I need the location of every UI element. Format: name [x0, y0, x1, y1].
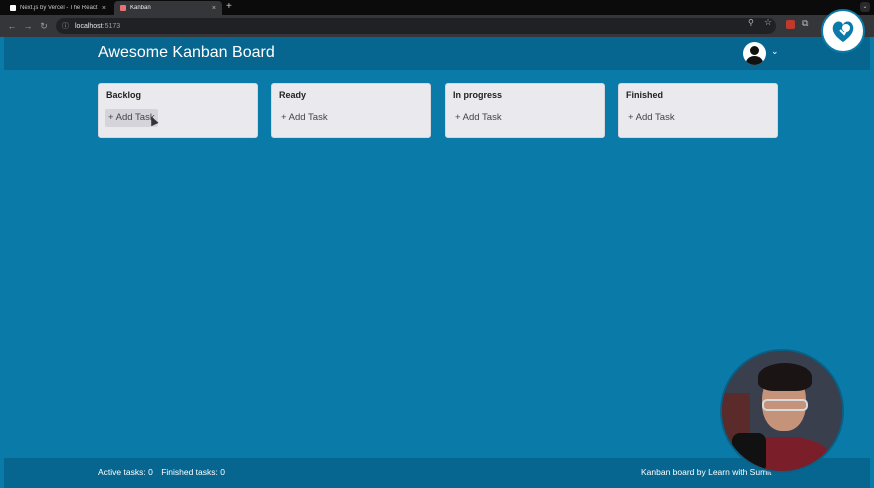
tab-title: Next.js by Vercel - The React — [20, 5, 98, 11]
task-counts: Active tasks: 0 Finished tasks: 0 — [98, 467, 231, 477]
forward-arrow-icon[interactable]: → — [22, 20, 34, 32]
page-title: Awesome Kanban Board — [98, 44, 275, 61]
column-title: Ready — [279, 90, 307, 100]
kanban-favicon-icon — [120, 5, 126, 11]
avatar-body-shape — [746, 56, 763, 65]
browser-tab-kanban[interactable]: Kanban × — [114, 1, 222, 15]
active-tasks-count: Active tasks: 0 — [98, 467, 153, 477]
column-finished: Finished + Add Task — [618, 83, 778, 138]
tab-close-icon[interactable]: × — [102, 5, 106, 12]
column-ready: Ready + Add Task — [271, 83, 431, 138]
channel-logo — [821, 9, 865, 53]
nextjs-favicon-icon — [10, 5, 16, 11]
microphone-icon — [732, 433, 766, 471]
finished-tasks-count: Finished tasks: 0 — [161, 467, 225, 477]
tab-close-icon[interactable]: × — [212, 5, 216, 12]
add-task-button[interactable]: + Add Task — [625, 109, 678, 127]
tab-title: Kanban — [130, 5, 151, 11]
browser-tab-strip: Next.js by Vercel - The React × Kanban ×… — [0, 0, 874, 15]
webcam-overlay — [720, 349, 844, 473]
browser-toolbar: ← → ↻ ⓘ localhost :5173 ⚲ ☆ ⧉ — [0, 15, 874, 37]
presenter-hair — [758, 363, 812, 391]
url-host: localhost — [75, 22, 103, 30]
back-arrow-icon[interactable]: ← — [6, 20, 18, 32]
column-title: Backlog — [106, 90, 142, 100]
url-port: :5173 — [102, 22, 121, 30]
column-in-progress: In progress + Add Task — [445, 83, 605, 138]
presenter-glasses — [762, 399, 808, 411]
add-task-button[interactable]: + Add Task — [452, 109, 505, 127]
avatar-head-shape — [750, 46, 759, 55]
address-bar[interactable]: ⓘ localhost :5173 — [56, 18, 776, 34]
chevron-down-icon[interactable]: ⌄ — [771, 46, 779, 57]
bookmark-star-icon[interactable]: ☆ — [764, 17, 772, 28]
new-tab-button[interactable]: + — [226, 1, 232, 12]
extensions-puzzle-icon[interactable]: ⧉ — [802, 18, 808, 29]
zoom-icon[interactable]: ⚲ — [748, 18, 754, 27]
site-info-icon[interactable]: ⓘ — [62, 21, 69, 31]
add-task-button[interactable]: + Add Task — [278, 109, 331, 127]
column-title: In progress — [453, 90, 503, 100]
user-avatar[interactable] — [743, 42, 766, 65]
heart-logo-icon — [832, 21, 854, 42]
reload-icon[interactable]: ↻ — [38, 20, 50, 32]
column-backlog: Backlog + Add Task — [98, 83, 258, 138]
extension-icon[interactable] — [786, 20, 795, 29]
app-header: Awesome Kanban Board ⌄ — [4, 37, 870, 70]
column-title: Finished — [626, 90, 664, 100]
browser-tab-nextjs[interactable]: Next.js by Vercel - The React × — [4, 1, 112, 15]
